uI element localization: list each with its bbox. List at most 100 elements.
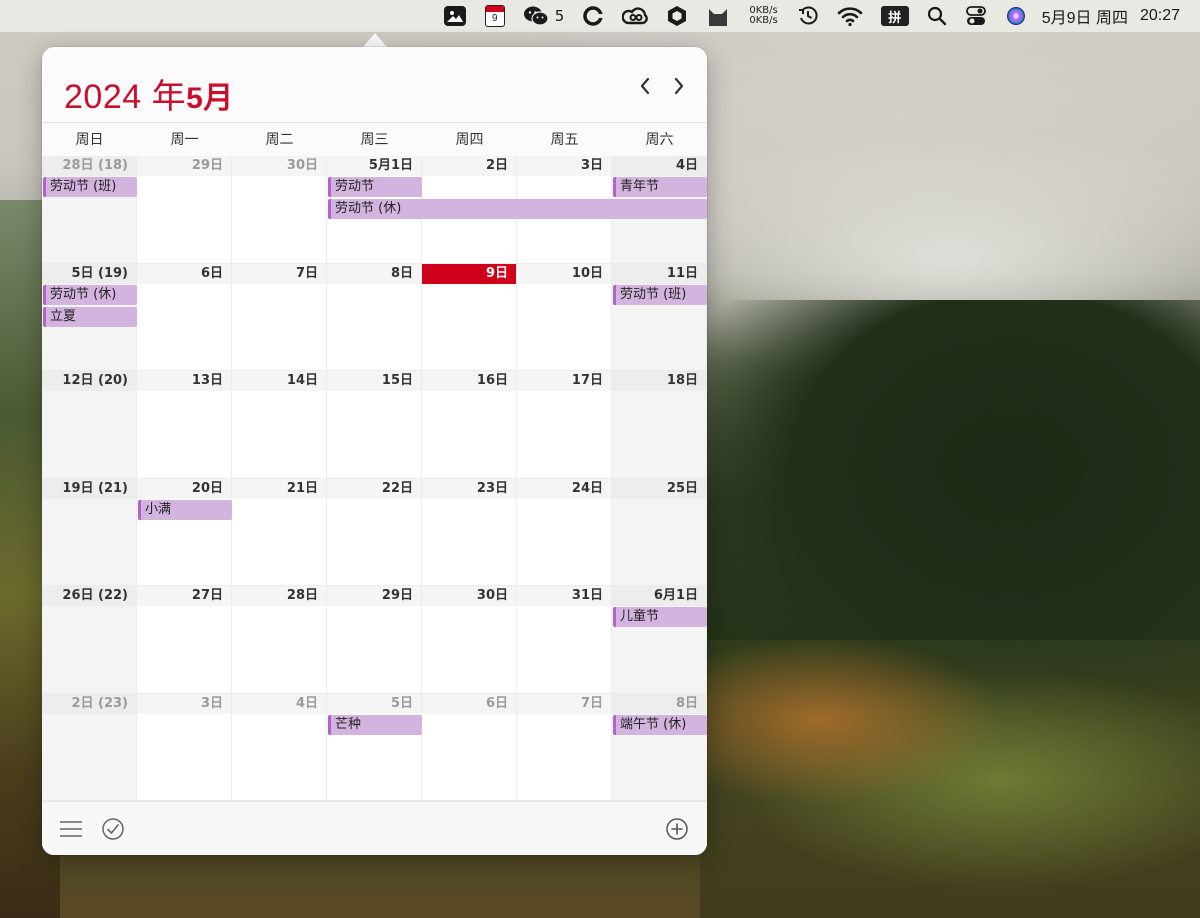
- control-center-icon: [965, 6, 986, 25]
- photos-menu-item[interactable]: [434, 0, 476, 32]
- day-number: 24日: [517, 478, 611, 499]
- calendar-event[interactable]: 劳动节 (班): [613, 284, 707, 305]
- calendar-event[interactable]: 小满: [138, 499, 232, 520]
- menubar-date[interactable]: 5月9日 周四: [1036, 0, 1134, 32]
- plus-circle-icon: [666, 818, 688, 840]
- day-cell[interactable]: 14日: [232, 371, 327, 479]
- day-number: 3日: [137, 693, 231, 714]
- calendar-event[interactable]: 儿童节: [613, 607, 707, 627]
- siri-menu-item[interactable]: [996, 0, 1036, 32]
- day-cell[interactable]: 8日: [327, 263, 422, 371]
- day-cell[interactable]: 6日: [137, 263, 232, 371]
- day-cell[interactable]: 10日: [517, 263, 612, 371]
- spotlight-menu-item[interactable]: [918, 0, 956, 32]
- day-number: 18日: [612, 371, 706, 391]
- month-grid: 28日 (18) 29日 30日 5月1日 2日 3日 4日 5日 (19) 6日 7日 8日 9日 1…: [42, 156, 707, 801]
- day-cell[interactable]: 2日 (23): [42, 693, 137, 801]
- weekday-wed: 周三: [360, 132, 389, 148]
- network-speed[interactable]: 0KB/s 0KB/s: [739, 6, 787, 26]
- calendar-event[interactable]: 劳动节 (班): [43, 177, 137, 197]
- creative-cloud-menu-item[interactable]: [613, 0, 657, 32]
- day-number: 2日 (23): [42, 693, 136, 714]
- day-number: 6日: [422, 693, 516, 714]
- day-cell[interactable]: 18日: [612, 371, 707, 479]
- day-cell[interactable]: 11日: [612, 263, 707, 371]
- wifi-menu-item[interactable]: [828, 0, 872, 32]
- day-cell[interactable]: 25日: [612, 478, 707, 586]
- app-menu-item-c[interactable]: [573, 0, 613, 32]
- day-cell[interactable]: 28日: [232, 586, 327, 694]
- day-cell[interactable]: 4日: [232, 693, 327, 801]
- day-number: 28日 (18): [42, 156, 136, 176]
- day-number: 16日: [422, 371, 516, 391]
- hexagon-app-menu-item[interactable]: [657, 0, 697, 32]
- calendar-event[interactable]: 端午节 (休): [613, 714, 707, 735]
- chevron-right-icon: [674, 77, 684, 95]
- day-number: 4日: [232, 693, 326, 714]
- day-cell[interactable]: 17日: [517, 371, 612, 479]
- input-method-menu-item[interactable]: 拼: [872, 0, 918, 32]
- day-cell[interactable]: 22日: [327, 478, 422, 586]
- day-cell[interactable]: 5日: [327, 693, 422, 801]
- day-number: 29日: [327, 586, 421, 606]
- day-cell[interactable]: 15日: [327, 371, 422, 479]
- title-month: 5月: [186, 82, 234, 115]
- day-cell[interactable]: 9日: [422, 263, 517, 371]
- next-month-button[interactable]: [666, 73, 692, 99]
- day-number: 5日: [327, 693, 421, 714]
- time-machine-menu-item[interactable]: [788, 0, 828, 32]
- day-number: 7日: [232, 263, 326, 284]
- control-center-menu-item[interactable]: [956, 0, 996, 32]
- popover-arrow: [363, 33, 387, 47]
- day-cell[interactable]: 8日: [612, 693, 707, 801]
- day-cell[interactable]: 6日: [422, 693, 517, 801]
- day-number: 6月1日: [612, 586, 706, 606]
- day-cell[interactable]: 31日: [517, 586, 612, 694]
- hexagon-icon: [668, 6, 687, 26]
- day-cell[interactable]: 29日: [137, 156, 232, 264]
- cat-icon: [709, 9, 728, 26]
- day-cell[interactable]: 13日: [137, 371, 232, 479]
- day-cell[interactable]: 24日: [517, 478, 612, 586]
- day-cell[interactable]: 12日 (20): [42, 371, 137, 479]
- weekday-mon: 周一: [170, 132, 199, 148]
- reminders-button[interactable]: [100, 816, 126, 842]
- day-cell[interactable]: 27日: [137, 586, 232, 694]
- day-cell[interactable]: 23日: [422, 478, 517, 586]
- calendar-event[interactable]: 劳动节: [328, 177, 422, 197]
- add-event-button[interactable]: [664, 816, 690, 842]
- day-number: 2日: [422, 156, 516, 176]
- calendar-event[interactable]: 芒种: [328, 714, 422, 735]
- day-number: 4日: [612, 156, 706, 176]
- day-cell[interactable]: 21日: [232, 478, 327, 586]
- prev-month-button[interactable]: [632, 73, 658, 99]
- calendar-menu-item[interactable]: 9: [476, 0, 514, 32]
- day-cell[interactable]: 20日: [137, 478, 232, 586]
- wifi-icon: [837, 7, 863, 27]
- menu-button[interactable]: [58, 816, 84, 842]
- calendar-event[interactable]: 劳动节 (休): [328, 199, 707, 219]
- day-cell[interactable]: 7日: [232, 263, 327, 371]
- day-cell[interactable]: 30日: [422, 586, 517, 694]
- calendar-event[interactable]: 劳动节 (休): [43, 284, 137, 305]
- calendar-event[interactable]: 立夏: [43, 306, 137, 327]
- day-cell[interactable]: 29日: [327, 586, 422, 694]
- cat-app-menu-item[interactable]: [697, 0, 739, 32]
- menubar-time[interactable]: 20:27: [1134, 0, 1186, 32]
- day-cell[interactable]: 7日: [517, 693, 612, 801]
- input-method-indicator: 拼: [880, 6, 909, 26]
- checkmark-circle-icon: [102, 818, 124, 840]
- day-cell[interactable]: 28日 (18): [42, 156, 137, 264]
- day-number: 14日: [232, 371, 326, 391]
- day-number: 28日: [232, 586, 326, 606]
- weekday-header-row: 周日 周一 周二 周三 周四 周五 周六: [42, 122, 707, 156]
- weekday-fri: 周五: [550, 132, 579, 148]
- day-cell[interactable]: 26日 (22): [42, 586, 137, 694]
- day-cell[interactable]: 30日: [232, 156, 327, 264]
- calendar-event[interactable]: 青年节: [613, 177, 707, 197]
- day-cell[interactable]: 19日 (21): [42, 478, 137, 586]
- wechat-menu-item[interactable]: 5: [514, 0, 574, 32]
- day-cell[interactable]: 3日: [137, 693, 232, 801]
- day-cell[interactable]: 6月1日: [612, 586, 707, 694]
- day-cell[interactable]: 16日: [422, 371, 517, 479]
